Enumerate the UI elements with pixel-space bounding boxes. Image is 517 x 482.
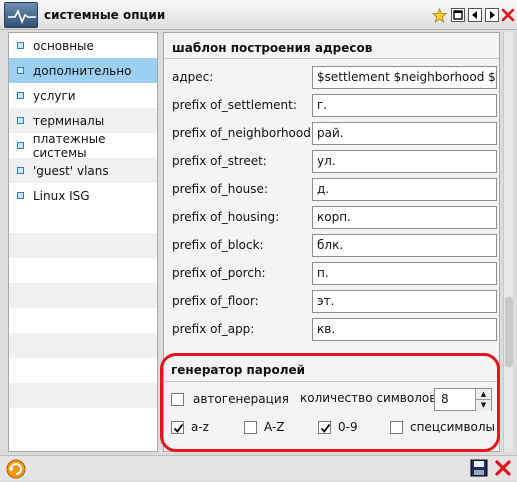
sidebar: основные дополнительно услуги терминалы … <box>8 32 158 452</box>
prefix-floor-input[interactable]: эт. <box>312 290 497 313</box>
divider <box>163 381 500 382</box>
divider <box>164 58 499 59</box>
password-generator-section: генератор паролей автогенерация количест… <box>163 355 500 452</box>
address-input[interactable]: $settlement $neighborhood $lane <box>312 66 497 89</box>
title-bar: системные опции <box>0 0 517 30</box>
field-row-porch: prefix of_porch: п. <box>172 262 497 286</box>
field-row-settlement: prefix of_settlement: г. <box>172 94 497 118</box>
save-icon[interactable] <box>470 459 488 477</box>
check-icon <box>320 423 331 433</box>
prev-arrow-icon[interactable] <box>468 8 482 22</box>
close-icon[interactable] <box>494 459 512 477</box>
bullet-icon <box>17 92 24 99</box>
field-row-address: адрес: $settlement $neighborhood $lane <box>172 66 497 90</box>
refresh-icon[interactable] <box>6 459 26 479</box>
scrollbar-thumb[interactable] <box>505 297 513 367</box>
maximize-button[interactable] <box>451 8 465 22</box>
lowercase-checkbox[interactable] <box>171 421 184 434</box>
bullet-icon <box>17 117 24 124</box>
field-label: prefix of_house: <box>172 182 268 196</box>
field-label: prefix of_street: <box>172 154 267 168</box>
check-icon <box>173 423 184 433</box>
favorite-star-icon[interactable] <box>432 8 447 23</box>
field-label: адрес: <box>172 70 214 84</box>
sidebar-item-terminals[interactable]: терминалы <box>9 108 157 133</box>
prefix-app-input[interactable]: кв. <box>312 318 497 341</box>
symbol-count-label: количество символов: <box>300 391 441 405</box>
sidebar-item-label: терминалы <box>33 113 105 128</box>
field-row-street: prefix of_street: ул. <box>172 150 497 174</box>
special-chars-checkbox[interactable] <box>390 421 403 434</box>
field-label: prefix of_floor: <box>172 294 259 308</box>
special-chars-label: спецсимволы <box>410 420 496 434</box>
sidebar-item-label: 'guest' vlans <box>33 163 109 178</box>
prefix-house-input[interactable]: д. <box>312 178 497 201</box>
field-row-app: prefix of_app: кв. <box>172 318 497 342</box>
spin-up-icon[interactable]: ▲ <box>475 389 491 400</box>
field-row-housing: prefix of_housing: корп. <box>172 206 497 230</box>
field-label: prefix of_porch: <box>172 266 266 280</box>
sidebar-item-linux-isg[interactable]: Linux ISG <box>9 183 157 208</box>
prefix-block-input[interactable]: блк. <box>312 234 497 257</box>
field-row-block: prefix of_block: блк. <box>172 234 497 258</box>
sidebar-item-services[interactable]: услуги <box>9 83 157 108</box>
field-row-floor: prefix of_floor: эт. <box>172 290 497 314</box>
app-icon <box>4 2 38 28</box>
sidebar-item-label: платежные системы <box>32 131 106 160</box>
password-generator-title: генератор паролей <box>171 363 306 377</box>
field-label: prefix of_neighborhood: <box>172 126 315 140</box>
prefix-porch-input[interactable]: п. <box>312 262 497 285</box>
bottom-toolbar <box>0 455 517 480</box>
address-template-title: шаблон построения адресов <box>172 41 373 55</box>
symbol-count-spinner[interactable]: 8 ▲ ▼ <box>434 388 492 411</box>
autogen-checkbox[interactable] <box>171 393 184 406</box>
field-row-neighborhood: prefix of_neighborhood: рай. <box>172 122 497 146</box>
spin-down-icon[interactable]: ▼ <box>475 400 491 411</box>
symbol-count-value: 8 <box>441 392 449 406</box>
digits-label: 0-9 <box>338 420 358 434</box>
sidebar-item-label: дополнительно <box>33 63 132 78</box>
sidebar-item-payment-systems[interactable]: платежные системы <box>9 131 157 160</box>
field-label: prefix of_housing: <box>172 210 280 224</box>
prefix-settlement-input[interactable]: г. <box>312 94 497 117</box>
bullet-icon <box>17 67 24 74</box>
vertical-scrollbar[interactable] <box>503 32 513 452</box>
field-label: prefix of_app: <box>172 322 255 336</box>
lowercase-label: a-z <box>191 420 209 434</box>
sidebar-item-label: Linux ISG <box>33 188 90 203</box>
autogen-label: автогенерация <box>193 392 289 406</box>
sidebar-empty-rows <box>9 208 157 418</box>
prefix-street-input[interactable]: ул. <box>312 150 497 173</box>
sidebar-item-additional[interactable]: дополнительно <box>9 58 157 83</box>
window-title: системные опции <box>44 8 166 22</box>
field-label: prefix of_block: <box>172 238 264 252</box>
sidebar-item-label: основные <box>33 38 94 53</box>
uppercase-checkbox[interactable] <box>244 421 257 434</box>
bullet-icon <box>17 42 24 49</box>
prefix-neighborhood-input[interactable]: рай. <box>312 122 497 145</box>
sidebar-item-basic[interactable]: основные <box>9 33 157 58</box>
next-arrow-icon[interactable] <box>485 8 499 22</box>
sidebar-item-guest-vlans[interactable]: 'guest' vlans <box>9 158 157 183</box>
sidebar-item-label: услуги <box>33 88 76 103</box>
field-label: prefix of_settlement: <box>172 98 297 112</box>
bullet-icon <box>17 192 24 199</box>
bullet-icon <box>17 167 24 174</box>
prefix-housing-input[interactable]: корп. <box>312 206 497 229</box>
bullet-icon <box>17 142 24 149</box>
digits-checkbox[interactable] <box>318 421 331 434</box>
field-row-house: prefix of_house: д. <box>172 178 497 202</box>
close-icon[interactable] <box>501 8 515 22</box>
uppercase-label: A-Z <box>264 420 285 434</box>
